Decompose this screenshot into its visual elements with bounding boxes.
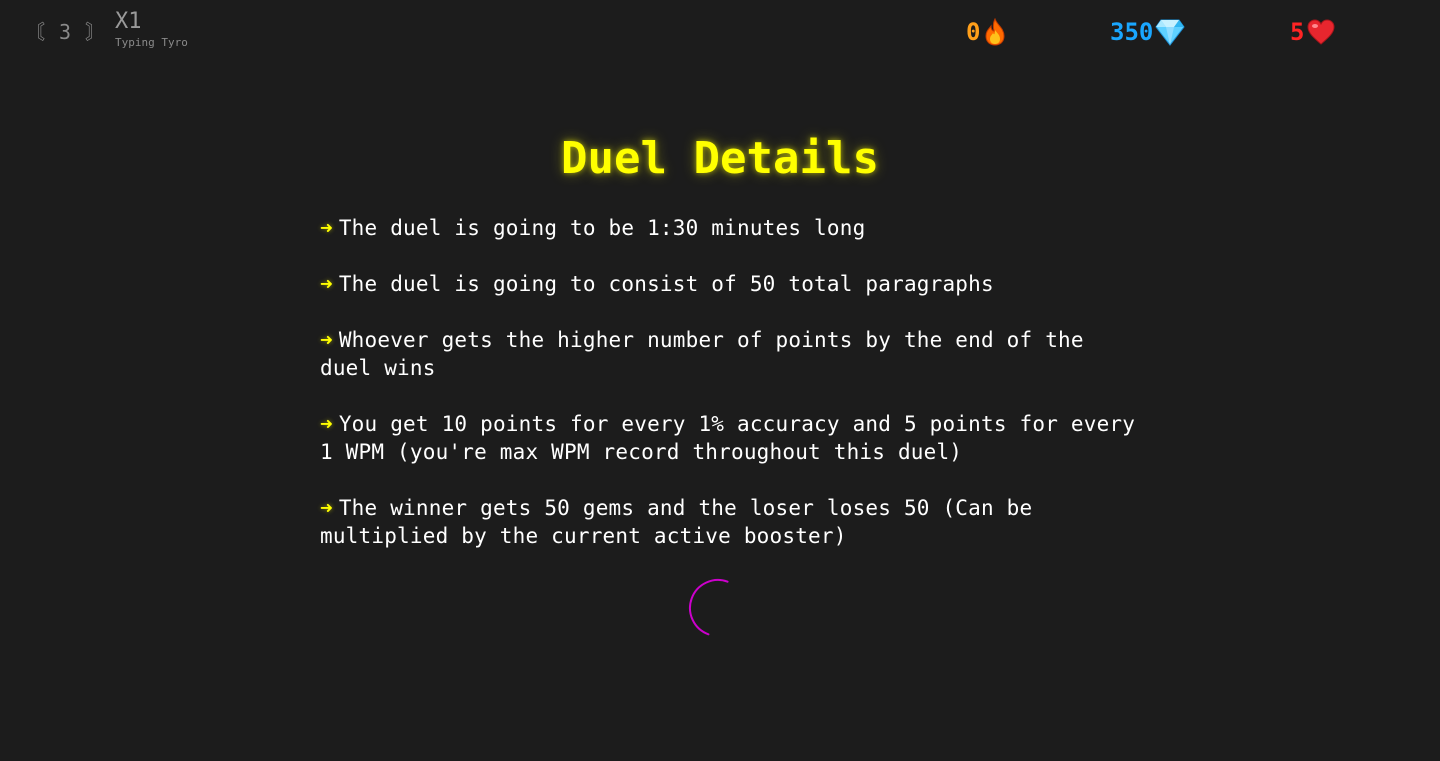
rank-block: X1 Typing Tyro bbox=[115, 9, 188, 50]
fire-icon bbox=[982, 18, 1008, 46]
gems-value: 350 bbox=[1110, 18, 1154, 46]
gems-counter: 350 bbox=[1110, 16, 1185, 48]
duel-rules-list: ➜ The duel is going to be 1:30 minutes lo… bbox=[320, 214, 1140, 578]
arrow-icon: ➜ bbox=[320, 216, 333, 240]
lives-value: 5 bbox=[1290, 18, 1305, 46]
heart-icon bbox=[1306, 18, 1336, 46]
level-badge: 〘 3 〙 bbox=[25, 20, 107, 44]
rule-item: ➜ The duel is going to be 1:30 minutes lo… bbox=[320, 214, 1140, 242]
rule-text: The duel is going to consist of 50 total… bbox=[338, 272, 994, 296]
streak-counter: 0 bbox=[966, 16, 1008, 48]
rule-text: The winner gets 50 gems and the loser lo… bbox=[320, 496, 1033, 548]
multiplier-label: X1 bbox=[115, 9, 142, 34]
rule-item: ➜ Whoever gets the higher number of point… bbox=[320, 326, 1140, 382]
arrow-icon: ➜ bbox=[320, 496, 333, 520]
arrow-icon: ➜ bbox=[320, 272, 333, 296]
rule-text: You get 10 points for every 1% accuracy … bbox=[320, 412, 1136, 464]
rule-text: The duel is going to be 1:30 minutes lon… bbox=[338, 216, 866, 240]
rule-text: Whoever gets the higher number of points… bbox=[320, 328, 1084, 380]
top-bar: 〘 3 〙 X1 Typing Tyro 0 350 5 bbox=[0, 0, 1440, 64]
arrow-icon: ➜ bbox=[320, 328, 333, 352]
page-title: Duel Details bbox=[561, 133, 879, 184]
rule-item: ➜ The winner gets 50 gems and the loser l… bbox=[320, 494, 1140, 550]
arrow-icon: ➜ bbox=[320, 412, 333, 436]
loading-spinner bbox=[688, 578, 748, 638]
streak-value: 0 bbox=[966, 18, 981, 46]
gem-icon bbox=[1155, 18, 1185, 46]
rule-item: ➜ You get 10 points for every 1% accuracy… bbox=[320, 410, 1140, 466]
rank-title: Typing Tyro bbox=[115, 36, 188, 49]
rule-item: ➜ The duel is going to consist of 50 tota… bbox=[320, 270, 1140, 298]
lives-counter: 5 bbox=[1290, 16, 1336, 48]
